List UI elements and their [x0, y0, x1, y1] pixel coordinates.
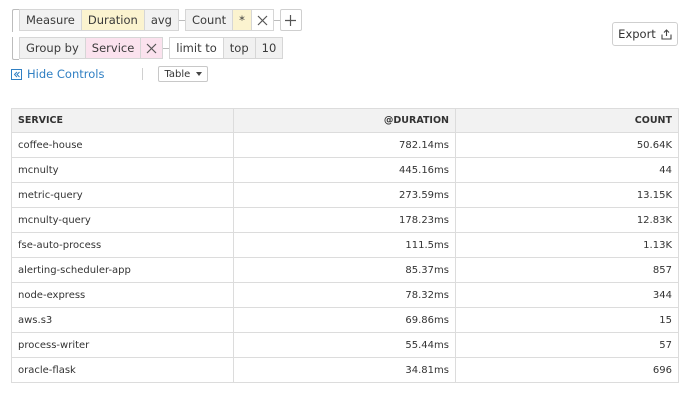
- connector: [273, 19, 280, 21]
- service-cell: node-express: [11, 282, 234, 308]
- remove-group-by-button[interactable]: [141, 37, 164, 59]
- column-header-service[interactable]: SERVICE: [11, 108, 234, 133]
- table-row[interactable]: node-express 78.32ms 344: [11, 282, 679, 308]
- table-row[interactable]: coffee-house 782.14ms 50.64K: [11, 132, 679, 158]
- remove-count-button[interactable]: [251, 9, 274, 31]
- column-header-duration[interactable]: @DURATION: [233, 108, 456, 133]
- count-cell: 44: [455, 157, 679, 183]
- measure-label: Measure: [19, 9, 82, 31]
- group-by-field-select[interactable]: Service: [85, 37, 142, 59]
- table-row[interactable]: mcnulty 445.16ms 44: [11, 157, 679, 183]
- query-bracket: [12, 8, 19, 32]
- table-row[interactable]: metric-query 273.59ms 13.15K: [11, 182, 679, 208]
- count-label: Count: [184, 9, 234, 31]
- count-cell: 12.83K: [455, 207, 679, 233]
- aggregation-select[interactable]: avg: [144, 9, 179, 31]
- duration-cell: 85.37ms: [233, 257, 456, 283]
- table-row[interactable]: fse-auto-process 111.5ms 1.13K: [11, 232, 679, 258]
- hide-controls-label: Hide Controls: [27, 67, 105, 81]
- divider: [142, 68, 144, 80]
- limit-value-input[interactable]: 10: [255, 37, 284, 59]
- table-row[interactable]: mcnulty-query 178.23ms 12.83K: [11, 207, 679, 233]
- limit-mode-select[interactable]: top: [223, 37, 256, 59]
- close-icon: [146, 43, 157, 53]
- hide-controls-link[interactable]: Hide Controls: [11, 67, 104, 81]
- service-cell: metric-query: [11, 182, 234, 208]
- count-cell: 1.13K: [455, 232, 679, 258]
- count-cell: 15: [455, 307, 679, 333]
- close-icon: [257, 15, 268, 25]
- limit-label: limit to: [169, 37, 224, 59]
- service-cell: coffee-house: [11, 132, 234, 158]
- duration-cell: 445.16ms: [233, 157, 456, 183]
- count-cell: 344: [455, 282, 679, 308]
- add-measure-button[interactable]: [279, 9, 302, 31]
- table-row[interactable]: process-writer 55.44ms 57: [11, 332, 679, 358]
- measure-row: Measure Duration avg Count *: [12, 8, 302, 32]
- count-cell: 696: [455, 357, 679, 383]
- table-row[interactable]: aws.s3 69.86ms 15: [11, 307, 679, 333]
- export-button[interactable]: Export: [612, 22, 678, 46]
- results-table: SERVICE @DURATION COUNT coffee-house 782.…: [11, 108, 679, 383]
- export-label: Export: [618, 27, 656, 41]
- group-by-row: Group by Service limit to top 10: [12, 36, 284, 60]
- duration-cell: 34.81ms: [233, 357, 456, 383]
- service-cell: mcnulty: [11, 157, 234, 183]
- column-header-count[interactable]: COUNT: [455, 108, 679, 133]
- table-row[interactable]: alerting-scheduler-app 85.37ms 857: [11, 257, 679, 283]
- hide-controls-icon: [11, 68, 22, 80]
- count-cell: 57: [455, 332, 679, 358]
- table-row[interactable]: oracle-flask 34.81ms 696: [11, 357, 679, 383]
- duration-cell: 782.14ms: [233, 132, 456, 158]
- measure-field-select[interactable]: Duration: [81, 9, 145, 31]
- view-type-select[interactable]: Table: [158, 66, 209, 82]
- chevron-down-icon: [196, 72, 203, 76]
- service-cell: oracle-flask: [11, 357, 234, 383]
- export-icon: [661, 28, 672, 40]
- table-header-row: SERVICE @DURATION COUNT: [11, 108, 679, 133]
- view-type-value: Table: [164, 68, 191, 80]
- duration-cell: 78.32ms: [233, 282, 456, 308]
- group-by-label: Group by: [19, 37, 86, 59]
- duration-cell: 69.86ms: [233, 307, 456, 333]
- service-cell: aws.s3: [11, 307, 234, 333]
- duration-cell: 273.59ms: [233, 182, 456, 208]
- duration-cell: 178.23ms: [233, 207, 456, 233]
- service-cell: alerting-scheduler-app: [11, 257, 234, 283]
- service-cell: mcnulty-query: [11, 207, 234, 233]
- plus-icon: [285, 14, 297, 26]
- service-cell: process-writer: [11, 332, 234, 358]
- count-cell: 857: [455, 257, 679, 283]
- count-field-select[interactable]: *: [233, 9, 252, 31]
- duration-cell: 55.44ms: [233, 332, 456, 358]
- count-cell: 50.64K: [455, 132, 679, 158]
- query-bracket: [12, 36, 19, 60]
- duration-cell: 111.5ms: [233, 232, 456, 258]
- count-cell: 13.15K: [455, 182, 679, 208]
- service-cell: fse-auto-process: [11, 232, 234, 258]
- display-controls: Hide Controls Table: [11, 66, 209, 82]
